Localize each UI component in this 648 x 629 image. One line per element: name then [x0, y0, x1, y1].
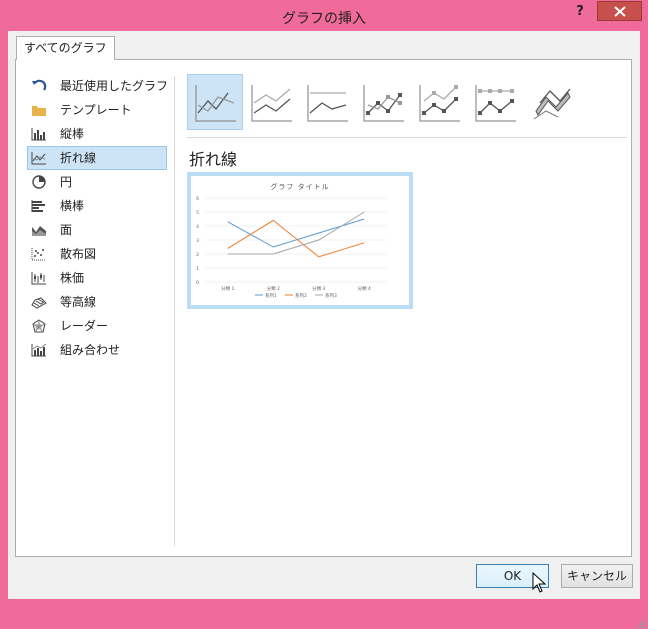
window-title: グラフの挿入: [282, 11, 366, 27]
x-tick-label: 分類 3: [312, 285, 325, 292]
chart-preview-area: グラフ タイトル 0 1 2 3 4 5 6 分類 1 分類 2 分類 3 分類 4 系列1 系列2 系列…: [191, 176, 409, 305]
panel-divider: [174, 76, 175, 546]
radar-chart-icon: [32, 319, 46, 333]
column-chart-icon: [31, 128, 46, 141]
y-tick-label: 1: [196, 266, 199, 272]
subtype-line-with-markers[interactable]: [355, 74, 411, 130]
y-tick-label: 3: [196, 238, 199, 244]
sidebar-item-templates[interactable]: テンプレート: [27, 98, 167, 122]
100-stacked-line-icon: [307, 85, 348, 122]
subtype-100-stacked-line-with-markers[interactable]: [467, 74, 523, 130]
sidebar-item-pie[interactable]: 円: [27, 170, 167, 194]
x-tick-label: 分類 1: [221, 285, 234, 292]
y-tick-label: 2: [196, 252, 199, 258]
help-button[interactable]: ?: [572, 4, 588, 22]
x-tick-label: 分類 2: [267, 285, 280, 292]
sidebar-item-surface[interactable]: 等高線: [27, 290, 167, 314]
combo-chart-icon: [31, 343, 47, 357]
legend-label: 系列3: [325, 292, 337, 299]
sidebar-item-label: 円: [60, 175, 73, 189]
chart-type-list: 最近使用したグラフ テンプレート 縦棒 折れ線 円 横棒 面 散布図 株価 等高…: [27, 74, 169, 362]
chart-preview: グラフ タイトル 0 1 2 3 4 5 6 分類 1 分類 2 分類 3 分類 4 系列1 系列2 系列…: [187, 172, 413, 309]
y-tick-label: 6: [196, 196, 199, 202]
x-tick-label: 分類 4: [358, 285, 371, 292]
sidebar-item-label: 折れ線: [60, 151, 97, 165]
line-chart-icon: [31, 152, 46, 165]
tab-panel: 最近使用したグラフ テンプレート 縦棒 折れ線 円 横棒 面 散布図 株価 等高…: [15, 59, 632, 557]
series-line: [227, 218, 365, 248]
title-bar: グラフの挿入 ?: [0, 0, 648, 34]
cancel-button[interactable]: キャンセル: [561, 564, 633, 588]
sidebar-item-stock[interactable]: 株価: [27, 266, 167, 290]
subtype-100-stacked-line[interactable]: [299, 74, 355, 130]
sidebar-item-scatter[interactable]: 散布図: [27, 242, 167, 266]
pie-chart-icon: [32, 175, 46, 189]
close-button[interactable]: [597, 1, 642, 21]
legend-label: 系列1: [265, 292, 277, 299]
sidebar-item-radar[interactable]: レーダー: [27, 314, 167, 338]
area-chart-icon: [32, 226, 46, 236]
sidebar-item-combo[interactable]: 組み合わせ: [27, 338, 167, 362]
sidebar-item-label: 横棒: [60, 199, 85, 213]
chart-subtype-gallery: [187, 74, 627, 130]
chart-type-title: 折れ線: [189, 150, 238, 169]
sidebar-item-label: レーダー: [60, 319, 109, 333]
stock-chart-icon: [31, 272, 46, 285]
3d-line-icon: [533, 88, 571, 120]
sidebar-item-label: 散布図: [60, 247, 97, 261]
sidebar-item-line[interactable]: 折れ線: [27, 146, 167, 170]
stacked-line-icon: [251, 85, 292, 122]
sidebar-item-label: テンプレート: [60, 103, 132, 117]
100-stacked-line-with-markers-icon: [475, 85, 516, 122]
legend-label: 系列2: [295, 292, 307, 299]
line-chart: 0 1 2 3 4 5 6 分類 1 分類 2 分類 3 分類 4 系列1 系列2 系列3: [196, 196, 387, 299]
sidebar-item-area[interactable]: 面: [27, 218, 167, 242]
dialog-body: すべてのグラフ 最近使用したグラフ テンプレート 縦棒 折れ線 円 横棒 面 散…: [8, 31, 645, 628]
y-tick-label: 5: [196, 210, 199, 216]
sidebar-item-label: 株価: [60, 271, 85, 285]
subtype-line[interactable]: [187, 74, 243, 130]
scatter-chart-icon: [31, 248, 46, 261]
close-icon: [614, 6, 626, 17]
sidebar-item-label: 最近使用したグラフ: [60, 79, 169, 93]
tab-all-charts[interactable]: すべてのグラフ: [16, 36, 115, 60]
subtype-stacked-line[interactable]: [243, 74, 299, 130]
resize-grip-icon[interactable]: [636, 619, 646, 629]
sidebar-item-label: 等高線: [60, 295, 97, 309]
recent-icon: [32, 79, 47, 91]
insert-chart-dialog: グラフの挿入 ? すべてのグラフ 最近使用したグラフ テンプレート 縦棒 折れ線…: [0, 0, 648, 628]
subtype-3d-line[interactable]: [523, 74, 579, 130]
sidebar-item-label: 面: [60, 223, 73, 237]
line-icon: [195, 85, 236, 122]
subtype-stacked-line-with-markers[interactable]: [411, 74, 467, 130]
sidebar-item-column[interactable]: 縦棒: [27, 122, 167, 146]
sidebar-item-bar[interactable]: 横棒: [27, 194, 167, 218]
y-tick-label: 4: [196, 224, 199, 230]
gallery-divider: [187, 137, 627, 138]
sidebar-item-label: 縦棒: [60, 127, 85, 141]
bar-chart-icon: [31, 200, 45, 212]
y-tick-label: 0: [196, 280, 199, 286]
sidebar-item-recent[interactable]: 最近使用したグラフ: [27, 74, 169, 98]
sidebar-item-label: 組み合わせ: [60, 343, 121, 357]
folder-icon: [32, 106, 46, 116]
line-with-markers-icon: [363, 85, 404, 122]
mouse-cursor-icon: [532, 572, 546, 593]
surface-chart-icon: [31, 297, 47, 309]
stacked-line-with-markers-icon: [419, 85, 460, 122]
